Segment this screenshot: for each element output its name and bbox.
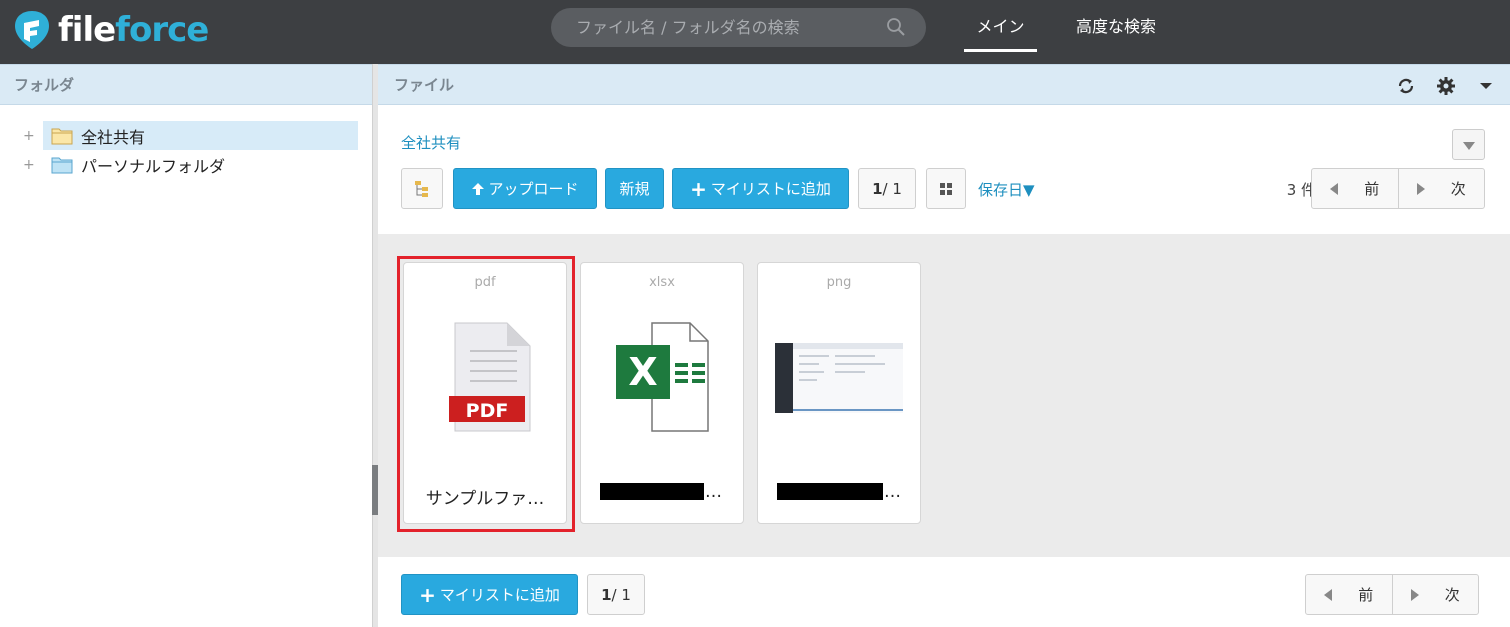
file-panel: ファイル 全社共有 アップロード 新規 + マイリストに追加 1 / 1 保存日… [378, 64, 1510, 627]
file-gallery: pdf PDF サンプルファ… xlsx X … png … [378, 234, 1510, 557]
prev-page-button[interactable]: 前 [1312, 169, 1399, 208]
file-extension: png [826, 275, 852, 290]
plus-icon: + [419, 582, 436, 607]
file-panel-title: ファイル [378, 64, 1510, 105]
file-card-xlsx[interactable]: xlsx X … [580, 262, 744, 524]
page-current: 1 [601, 585, 612, 604]
folder-panel: フォルダ + 全社共有 + パーソナルフォルダ [0, 64, 372, 627]
new-button[interactable]: 新規 [605, 168, 664, 209]
tree-row[interactable]: パーソナルフォルダ [43, 150, 358, 179]
tab-main[interactable]: メイン [964, 0, 1037, 64]
tree-row[interactable]: 全社共有 [43, 121, 358, 150]
file-thumbnail [758, 321, 920, 436]
expand-icon[interactable]: + [20, 157, 43, 173]
tab-advanced-search[interactable]: 高度な検索 [1066, 0, 1166, 64]
grid-icon [940, 182, 952, 195]
chevron-right-icon [1416, 182, 1425, 195]
file-card-png[interactable]: png … [757, 262, 921, 524]
add-to-mylist-button-bottom[interactable]: + マイリストに追加 [401, 574, 578, 615]
next-label: 次 [1444, 586, 1460, 604]
upload-arrow-icon [472, 182, 485, 195]
collapse-toggle-button[interactable] [1452, 129, 1485, 160]
grid-view-button[interactable] [926, 168, 966, 209]
add-to-mylist-button[interactable]: + マイリストに追加 [672, 168, 849, 209]
tree-item-label: 全社共有 [81, 127, 146, 147]
next-page-button[interactable]: 次 [1393, 575, 1479, 614]
tree-structure-icon [415, 180, 428, 197]
logo-text: fileforce [58, 10, 209, 50]
top-bar: fileforce メイン 高度な検索 [0, 0, 1510, 64]
pager: 前 次 [1311, 168, 1485, 209]
tree-view-button[interactable] [401, 168, 443, 209]
tree-item-company-share[interactable]: + 全社共有 [20, 121, 358, 150]
search-icon[interactable] [886, 17, 906, 37]
file-name: … [705, 482, 722, 502]
add-mylist-label: マイリストに追加 [439, 586, 560, 604]
folder-panel-title: フォルダ [0, 64, 372, 105]
upload-button[interactable]: アップロード [453, 168, 597, 209]
refresh-icon[interactable] [1396, 76, 1416, 96]
logo[interactable]: fileforce [12, 8, 209, 52]
chevron-right-icon [1410, 588, 1419, 601]
next-page-button[interactable]: 次 [1399, 169, 1485, 208]
file-toolbar: アップロード 新規 + マイリストに追加 1 / 1 保存日▼ 3 件 前 次 [401, 168, 1491, 209]
selection-highlight [397, 256, 575, 532]
folder-icon [51, 157, 73, 173]
redacted-file-name [777, 483, 883, 500]
upload-label: アップロード [488, 180, 579, 198]
file-thumbnail: X [581, 321, 743, 436]
chevron-down-icon[interactable] [1476, 76, 1496, 96]
bottom-toolbar: + マイリストに追加 1 / 1 前 次 [378, 574, 1510, 616]
sort-by-date-dropdown[interactable]: 保存日▼ [978, 179, 1035, 200]
folder-icon [51, 128, 73, 144]
fileforce-logo-icon [15, 11, 49, 49]
search-input[interactable] [551, 8, 926, 47]
page-total: / 1 [882, 179, 902, 198]
next-label: 次 [1450, 180, 1466, 198]
image-thumbnail [775, 343, 903, 413]
file-name: … [884, 482, 901, 502]
page-indicator-bottom: 1 / 1 [587, 574, 645, 615]
prev-page-button[interactable]: 前 [1306, 575, 1393, 614]
pager-bottom: 前 次 [1305, 574, 1479, 615]
prev-label: 前 [1358, 586, 1374, 604]
tree-item-label: パーソナルフォルダ [81, 156, 226, 176]
plus-icon: + [690, 176, 707, 201]
gear-icon[interactable] [1436, 76, 1456, 96]
page-total: / 1 [611, 585, 631, 604]
redacted-file-name [600, 483, 704, 500]
search-box [551, 8, 926, 47]
breadcrumb[interactable]: 全社共有 [401, 132, 461, 153]
tree-item-personal-folder[interactable]: + パーソナルフォルダ [20, 150, 358, 179]
prev-label: 前 [1364, 180, 1380, 198]
page-current: 1 [872, 179, 883, 198]
excel-file-icon: X [616, 322, 709, 432]
chevron-left-icon [1330, 182, 1339, 195]
expand-icon[interactable]: + [20, 128, 43, 144]
add-mylist-label: マイリストに追加 [710, 180, 831, 198]
chevron-left-icon [1324, 588, 1333, 601]
panel-header-actions [1396, 76, 1496, 96]
new-label: 新規 [619, 180, 650, 198]
svg-text:X: X [628, 350, 657, 394]
page-indicator: 1 / 1 [858, 168, 916, 209]
file-extension: xlsx [649, 275, 675, 290]
